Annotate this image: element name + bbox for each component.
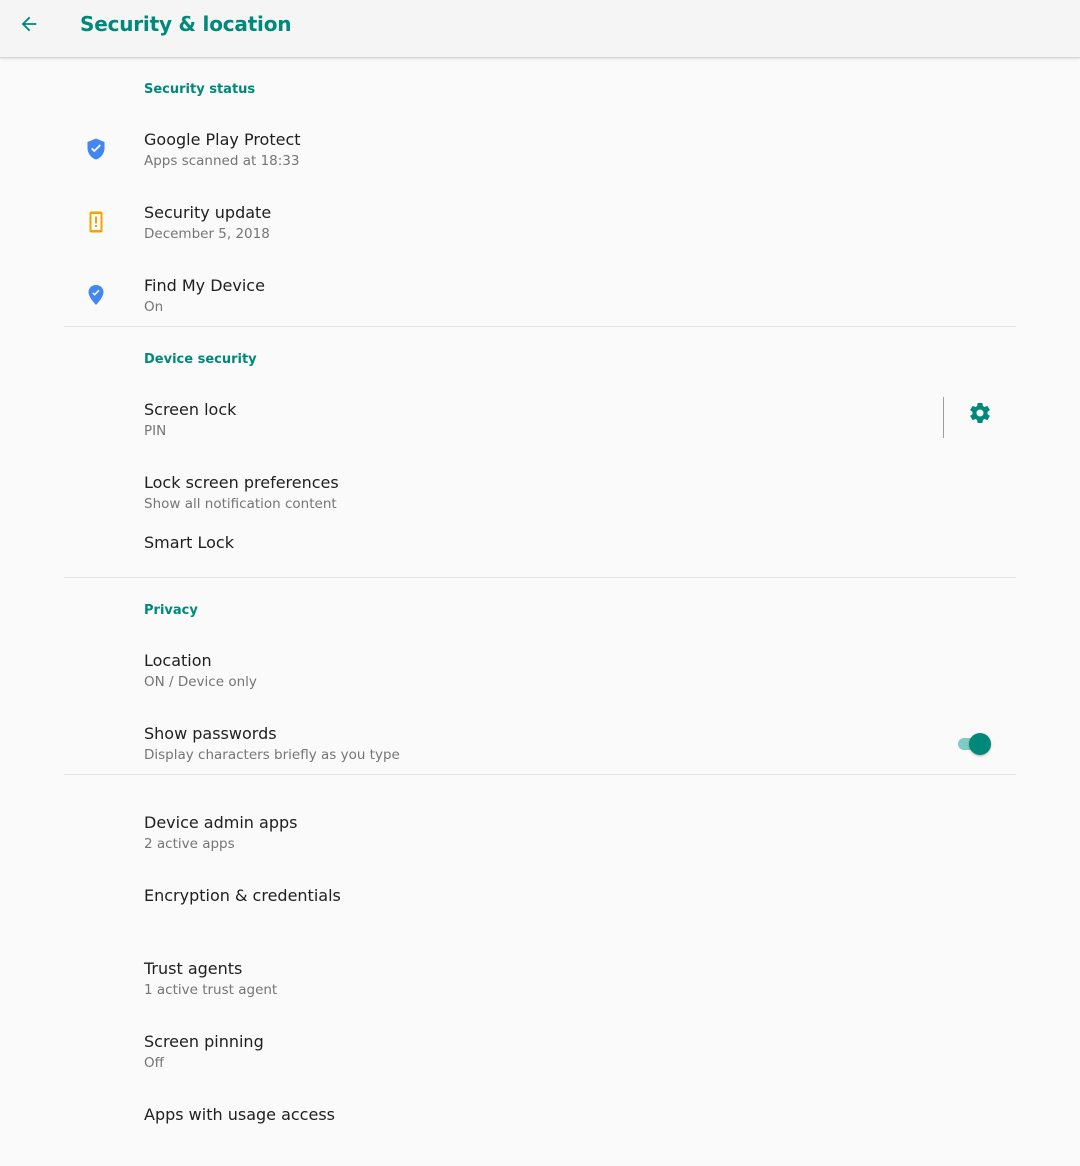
pref-title: Google Play Protect	[144, 130, 301, 149]
category-header-privacy: Privacy	[144, 603, 198, 618]
section-divider	[64, 774, 1016, 775]
security-update-icon	[82, 208, 110, 236]
page-title: Security & location	[80, 12, 292, 36]
gear-icon	[968, 401, 992, 429]
pref-trust-agents[interactable]: Trust agents 1 active trust agent	[0, 946, 1080, 1019]
pref-title: Location	[144, 651, 212, 670]
pref-title: Smart Lock	[144, 533, 234, 552]
pref-summary: 2 active apps	[144, 836, 235, 852]
pref-summary: Display characters briefly as you type	[144, 747, 400, 763]
show-passwords-toggle[interactable]	[956, 733, 992, 755]
pref-summary: PIN	[144, 423, 167, 439]
play-protect-shield-icon	[82, 135, 110, 163]
switch-thumb	[969, 733, 991, 755]
pref-title: Find My Device	[144, 276, 265, 295]
pref-title: Device admin apps	[144, 813, 298, 832]
back-button[interactable]	[8, 5, 50, 47]
pref-title: Encryption & credentials	[144, 886, 341, 905]
pref-screen-lock[interactable]: Screen lock PIN	[0, 387, 1080, 460]
pref-google-play-protect[interactable]: Google Play Protect Apps scanned at 18:3…	[0, 117, 1080, 190]
pref-security-update[interactable]: Security update December 5, 2018	[0, 190, 1080, 263]
pref-summary: Apps scanned at 18:33	[144, 153, 300, 169]
pref-summary: ON / Device only	[144, 674, 257, 690]
pref-title: Trust agents	[144, 959, 243, 978]
section-divider	[64, 326, 1016, 327]
pref-title: Lock screen preferences	[144, 473, 339, 492]
pref-smart-lock[interactable]: Smart Lock	[0, 508, 1080, 576]
category-header-device-security: Device security	[144, 352, 257, 367]
pref-title: Security update	[144, 203, 272, 222]
find-my-device-icon	[82, 281, 110, 309]
pref-summary: December 5, 2018	[144, 226, 270, 242]
pref-title: Screen lock	[144, 400, 237, 419]
pref-summary: On	[144, 299, 164, 315]
pref-encryption-credentials[interactable]: Encryption & credentials	[0, 873, 1080, 946]
arrow-back-icon	[18, 13, 40, 39]
section-divider	[64, 577, 1016, 578]
pref-title: Show passwords	[144, 724, 277, 743]
pref-title: Apps with usage access	[144, 1105, 335, 1124]
pref-summary: 1 active trust agent	[144, 982, 278, 998]
screen-lock-settings-button[interactable]	[962, 397, 998, 433]
pref-summary: Off	[144, 1055, 164, 1071]
pref-location[interactable]: Location ON / Device only	[0, 638, 1080, 711]
category-header-security-status: Security status	[144, 82, 256, 97]
pref-device-admin-apps[interactable]: Device admin apps 2 active apps	[0, 800, 1080, 873]
pref-title: Screen pinning	[144, 1032, 264, 1051]
app-bar: Security & location	[0, 0, 1080, 57]
widget-separator	[943, 397, 944, 438]
pref-screen-pinning[interactable]: Screen pinning Off	[0, 1019, 1080, 1092]
pref-apps-with-usage-access[interactable]: Apps with usage access	[0, 1092, 1080, 1162]
